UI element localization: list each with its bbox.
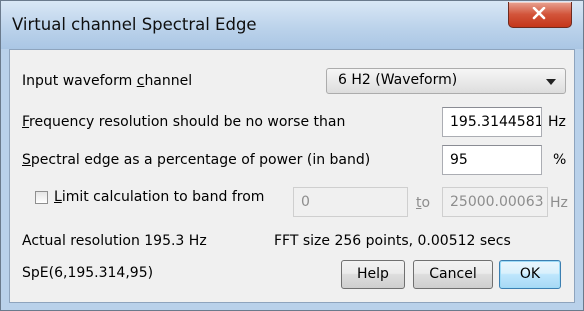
help-button[interactable]: Help [341,260,405,289]
limit-band-label[interactable]: Limit calculation to band from [54,188,264,206]
chevron-down-icon [546,79,556,85]
input-channel-label: Input waveform channel [22,73,193,89]
limit-band-checkbox[interactable] [35,191,48,204]
spectral-edge-label: Spectral edge as a percentage of power (… [22,152,371,168]
spectral-edge-input[interactable]: 95 [442,145,542,175]
spectral-edge-unit: % [553,152,567,168]
ok-button[interactable]: OK [499,260,561,289]
dialog-window: Virtual channel Spectral Edge Input wave… [0,0,584,311]
input-channel-selected: 6 H2 (Waveform) [338,72,458,88]
fft-size-text: FFT size 256 points, 0.00512 secs [274,233,511,249]
band-from-input[interactable]: 0 [293,187,408,217]
window-title: Virtual channel Spectral Edge [12,15,257,34]
band-to-label: to [416,195,431,211]
dialog-content: Input waveform channel 6 H2 (Waveform) F… [9,49,575,303]
close-button[interactable] [508,2,572,28]
actual-resolution-text: Actual resolution 195.3 Hz [22,233,207,249]
cancel-button[interactable]: Cancel [413,260,493,289]
frequency-resolution-input[interactable]: 195.3144581 [442,107,542,137]
band-to-input[interactable]: 25000.00063 [442,187,548,217]
title-bar[interactable]: Virtual channel Spectral Edge [1,1,583,49]
frequency-resolution-unit: Hz [548,114,566,130]
frequency-resolution-label: Frequency resolution should be no worse … [22,114,346,130]
close-icon [532,7,546,20]
band-unit: Hz [550,195,568,211]
expression-text: SpE(6,195.314,95) [22,265,154,281]
input-channel-dropdown[interactable]: 6 H2 (Waveform) [326,68,566,94]
